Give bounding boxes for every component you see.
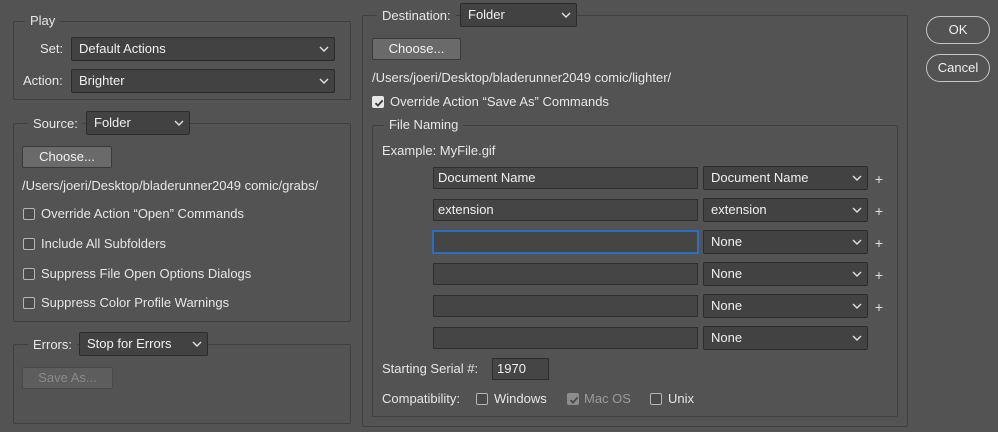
add-row-button-5[interactable]: + xyxy=(873,299,885,315)
add-row-button-1[interactable]: + xyxy=(873,171,885,187)
action-select[interactable]: Brighter xyxy=(71,69,335,93)
play-legend: Play xyxy=(25,13,61,29)
naming-select-2[interactable]: extension xyxy=(703,198,868,222)
chevron-down-icon xyxy=(174,112,184,134)
destination-choose-button[interactable]: Choose... xyxy=(372,38,461,60)
set-select[interactable]: Default Actions xyxy=(71,37,335,61)
naming-text-field-4[interactable] xyxy=(433,263,698,285)
file-naming-example: Example: MyFile.gif xyxy=(382,143,496,158)
add-row-button-4[interactable]: + xyxy=(873,267,885,283)
file-naming-legend: File Naming xyxy=(384,117,464,133)
starting-serial-field[interactable]: 1970 xyxy=(492,358,549,380)
naming-select-3-value: None xyxy=(711,234,743,249)
source-path: /Users/joeri/Desktop/bladerunner2049 com… xyxy=(22,178,319,193)
naming-select-6[interactable]: None xyxy=(703,326,868,350)
override-save-as-checkbox[interactable] xyxy=(372,96,384,108)
include-subfolders-label: Include All Subfolders xyxy=(41,236,167,251)
chevron-down-icon xyxy=(319,70,329,92)
suppress-open-options-label: Suppress File Open Options Dialogs xyxy=(41,266,252,281)
mac-os-checkbox[interactable] xyxy=(567,393,579,405)
errors-select-value: Stop for Errors xyxy=(87,336,172,351)
naming-text-field-2[interactable]: extension xyxy=(433,199,698,221)
mac-os-label: Mac OS xyxy=(584,391,631,406)
starting-serial-label: Starting Serial #: xyxy=(382,361,479,376)
naming-text-field-1[interactable]: Document Name xyxy=(433,167,698,189)
action-select-value: Brighter xyxy=(79,73,125,88)
chevron-down-icon xyxy=(852,199,862,221)
naming-select-2-value: extension xyxy=(711,202,767,217)
chevron-down-icon xyxy=(852,231,862,253)
naming-select-4-value: None xyxy=(711,266,743,281)
suppress-open-options-checkbox[interactable] xyxy=(23,268,35,280)
naming-select-5[interactable]: None xyxy=(703,294,868,318)
naming-select-3[interactable]: None xyxy=(703,230,868,254)
naming-select-5-value: None xyxy=(711,298,743,313)
errors-select[interactable]: Stop for Errors xyxy=(79,332,208,356)
chevron-down-icon xyxy=(852,263,862,285)
source-choose-button[interactable]: Choose... xyxy=(22,146,112,168)
destination-select[interactable]: Folder xyxy=(460,3,577,27)
save-as-button[interactable]: Save As... xyxy=(22,367,113,389)
action-label: Action: xyxy=(23,73,63,88)
set-select-value: Default Actions xyxy=(79,41,166,56)
checkmark-icon xyxy=(374,99,384,107)
chevron-down-icon xyxy=(319,38,329,60)
compatibility-label: Compatibility: xyxy=(382,391,461,406)
chevron-down-icon xyxy=(192,333,202,355)
ok-button[interactable]: OK xyxy=(926,16,990,44)
source-select[interactable]: Folder xyxy=(86,111,190,135)
unix-checkbox[interactable] xyxy=(650,393,662,405)
add-row-button-3[interactable]: + xyxy=(873,235,885,251)
set-label: Set: xyxy=(40,41,64,56)
chevron-down-icon xyxy=(852,295,862,317)
chevron-down-icon xyxy=(852,167,862,189)
naming-select-4[interactable]: None xyxy=(703,262,868,286)
naming-select-1-value: Document Name xyxy=(711,170,809,185)
cancel-button[interactable]: Cancel xyxy=(926,54,990,82)
naming-select-1[interactable]: Document Name xyxy=(703,166,868,190)
include-subfolders-checkbox[interactable] xyxy=(23,238,35,250)
destination-select-value: Folder xyxy=(468,7,505,22)
source-select-value: Folder xyxy=(94,115,131,130)
add-row-button-2[interactable]: + xyxy=(873,203,885,219)
unix-label: Unix xyxy=(668,391,695,406)
override-open-label: Override Action “Open” Commands xyxy=(41,206,245,221)
naming-text-field-5[interactable] xyxy=(433,295,698,317)
naming-text-field-6[interactable] xyxy=(433,327,698,349)
override-save-as-label: Override Action “Save As” Commands xyxy=(390,94,609,109)
chevron-down-icon xyxy=(561,4,571,26)
override-open-checkbox[interactable] xyxy=(23,208,35,220)
naming-select-6-value: None xyxy=(711,330,743,345)
suppress-color-profile-checkbox[interactable] xyxy=(23,297,35,309)
source-label: Source: xyxy=(28,116,83,132)
checkmark-icon xyxy=(569,396,579,404)
windows-checkbox[interactable] xyxy=(476,393,488,405)
suppress-color-profile-label: Suppress Color Profile Warnings xyxy=(41,295,230,310)
destination-path: /Users/joeri/Desktop/bladerunner2049 com… xyxy=(372,70,672,85)
destination-label: Destination: xyxy=(377,8,456,24)
naming-text-field-3[interactable] xyxy=(433,231,698,253)
errors-label: Errors: xyxy=(28,337,77,353)
windows-label: Windows xyxy=(494,391,547,406)
chevron-down-icon xyxy=(852,327,862,349)
